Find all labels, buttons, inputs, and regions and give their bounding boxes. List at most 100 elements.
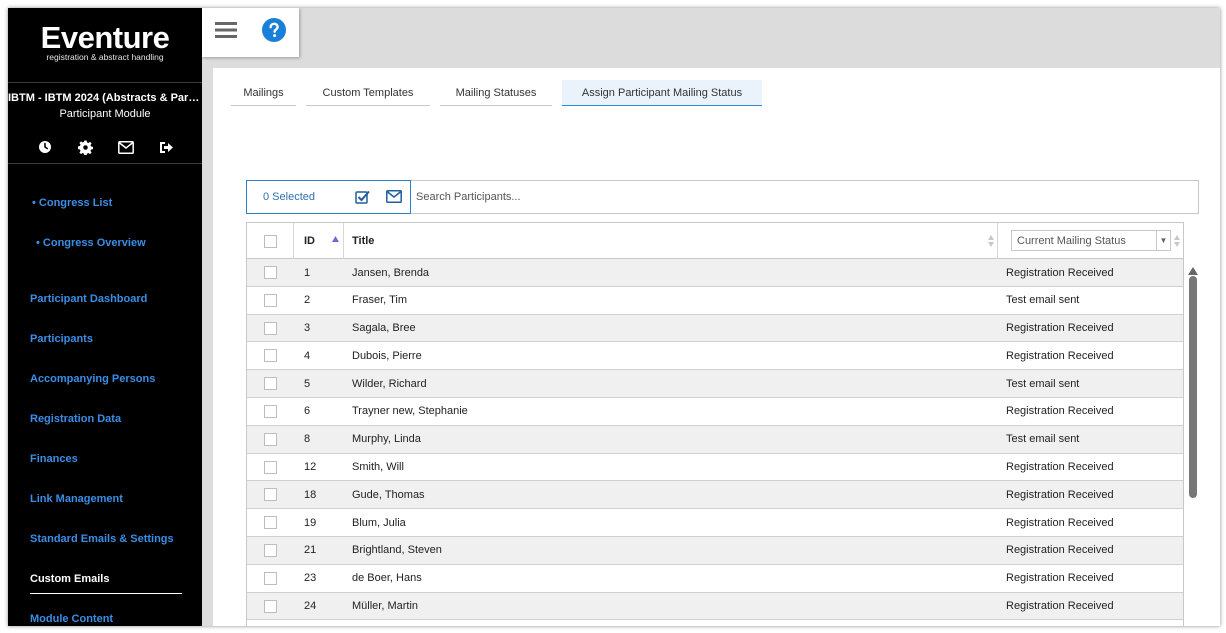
table-row[interactable]: 3 Sagala, Bree Registration Received xyxy=(247,314,1183,343)
table-row[interactable]: 25 Sanchez, Gemma Registration Received xyxy=(247,620,1183,626)
tab-label: Mailings xyxy=(243,86,284,99)
search-input[interactable] xyxy=(411,180,1199,214)
row-checkbox-cell[interactable] xyxy=(264,315,277,342)
table-row[interactable]: 19 Blum, Julia Registration Received xyxy=(247,509,1183,537)
row-title: Murphy, Linda xyxy=(352,433,421,446)
header-title[interactable]: Title xyxy=(344,223,998,259)
row-checkbox[interactable] xyxy=(264,599,277,613)
tab-mailing-statuses[interactable]: Mailing Statuses xyxy=(440,80,552,106)
table-row[interactable]: 8 Murphy, Linda Test email sent xyxy=(247,425,1183,454)
tab-mailings[interactable]: Mailings xyxy=(231,80,296,106)
scrollbar-thumb[interactable] xyxy=(1189,276,1197,498)
row-checkbox-cell[interactable] xyxy=(264,398,277,425)
row-checkbox-cell[interactable] xyxy=(264,454,277,481)
sidebar-item-congress-list[interactable]: • Congress List xyxy=(32,197,112,209)
row-checkbox-cell[interactable] xyxy=(264,370,277,397)
table-row[interactable]: 24 Müller, Martin Registration Received xyxy=(247,592,1183,621)
table-row[interactable]: 1 Jansen, Brenda Registration Received xyxy=(247,259,1183,287)
select-all-checkbox[interactable] xyxy=(263,234,277,248)
row-id: 18 xyxy=(304,488,317,501)
status-filter-select[interactable]: Current Mailing Status ▼ xyxy=(1011,230,1171,251)
row-title: Wilder, Richard xyxy=(352,377,427,390)
row-status: Registration Received xyxy=(1006,620,1114,626)
row-id: 4 xyxy=(304,349,311,362)
row-checkbox-cell[interactable] xyxy=(264,620,277,626)
table-row[interactable]: 18 Gude, Thomas Registration Received xyxy=(247,481,1183,510)
sidebar-item-custom-emails[interactable]: Custom Emails xyxy=(30,573,109,585)
row-status: Registration Received xyxy=(1006,461,1114,474)
sidebar-item-participant-dashboard[interactable]: Participant Dashboard xyxy=(30,293,147,305)
table-row[interactable]: 23 de Boer, Hans Registration Received xyxy=(247,565,1183,593)
row-checkbox[interactable] xyxy=(264,516,277,530)
sidebar-icon-bar xyxy=(36,138,176,156)
row-checkbox-cell[interactable] xyxy=(264,509,277,536)
row-checkbox-cell[interactable] xyxy=(264,537,277,564)
row-checkbox-cell[interactable] xyxy=(264,481,277,508)
participants-grid: ID Title Current Mailing Status ▼ 1 Jans… xyxy=(246,222,1184,626)
clock-icon[interactable] xyxy=(36,138,54,156)
table-row[interactable]: 6 Trayner new, Stephanie Registration Rece… xyxy=(247,398,1183,426)
envelope-icon[interactable] xyxy=(117,138,135,156)
table-row[interactable]: 12 Smith, Will Registration Received xyxy=(247,454,1183,482)
row-checkbox[interactable] xyxy=(264,488,277,502)
scroll-up-icon[interactable] xyxy=(1188,262,1198,275)
selected-count: 0 Selected xyxy=(263,191,315,203)
row-checkbox-cell[interactable] xyxy=(264,593,277,620)
row-id: 2 xyxy=(304,294,311,307)
table-row[interactable]: 5 Wilder, Richard Test email sent xyxy=(247,370,1183,398)
row-id: 25 xyxy=(304,620,316,626)
grid-header: ID Title Current Mailing Status ▼ xyxy=(247,223,1183,259)
table-row[interactable]: 4 Dubois, Pierre Registration Received xyxy=(247,342,1183,371)
row-status: Registration Received xyxy=(1006,405,1114,418)
brand-subtitle: registration & abstract handling xyxy=(46,52,164,62)
row-checkbox[interactable] xyxy=(264,460,277,474)
row-checkbox[interactable] xyxy=(264,543,277,557)
row-checkbox-cell[interactable] xyxy=(264,426,277,453)
top-toolbar xyxy=(202,8,299,57)
row-checkbox-cell[interactable] xyxy=(264,342,277,369)
assign-mail-icon[interactable] xyxy=(386,190,402,208)
row-title: Sagala, Bree xyxy=(352,322,416,335)
tab-assign-participant-mailing-status[interactable]: Assign Participant Mailing Status xyxy=(562,80,762,106)
divider xyxy=(8,163,202,164)
menu-button[interactable] xyxy=(202,8,250,57)
check-all-icon[interactable] xyxy=(355,190,370,209)
hamburger-icon xyxy=(215,21,237,44)
row-title: de Boer, Hans xyxy=(352,572,422,585)
sidebar-item-standard-emails[interactable]: Standard Emails & Settings xyxy=(30,533,174,545)
row-checkbox[interactable] xyxy=(264,571,277,585)
row-checkbox-cell[interactable] xyxy=(264,287,277,314)
row-checkbox[interactable] xyxy=(264,293,277,307)
row-checkbox-cell[interactable] xyxy=(264,259,277,286)
sidebar-item-accompanying-persons[interactable]: Accompanying Persons xyxy=(30,373,155,385)
row-checkbox[interactable] xyxy=(264,432,277,446)
row-checkbox-cell[interactable] xyxy=(264,565,277,592)
gear-icon[interactable] xyxy=(77,138,95,156)
brand-title: Eventure xyxy=(40,20,170,55)
row-checkbox[interactable] xyxy=(264,266,277,279)
sidebar-item-link-management[interactable]: Link Management xyxy=(30,493,123,505)
row-id: 12 xyxy=(304,461,317,474)
row-id: 5 xyxy=(304,377,311,390)
sidebar-item-module-content[interactable]: Module Content xyxy=(30,613,113,625)
header-select-all[interactable] xyxy=(247,223,294,259)
sidebar-item-participants[interactable]: Participants xyxy=(30,333,93,345)
row-checkbox[interactable] xyxy=(264,377,277,391)
table-row[interactable]: 21 Brightland, Steven Registration Receive… xyxy=(247,536,1183,565)
sidebar-item-congress-overview[interactable]: • Congress Overview xyxy=(36,237,146,249)
sidebar-item-finances[interactable]: Finances xyxy=(30,453,78,465)
row-checkbox[interactable] xyxy=(264,404,277,418)
tab-custom-templates[interactable]: Custom Templates xyxy=(306,80,430,106)
row-status: Test email sent xyxy=(1006,433,1080,446)
help-button[interactable] xyxy=(250,8,298,57)
table-row[interactable]: 2 Fraser, Tim Test email sent xyxy=(247,287,1183,315)
header-id-label: ID xyxy=(304,235,315,247)
logout-icon[interactable] xyxy=(158,138,176,156)
sidebar-item-registration-data[interactable]: Registration Data xyxy=(30,413,121,425)
logo[interactable]: Eventure registration & abstract handlin… xyxy=(8,20,202,63)
row-status: Registration Received xyxy=(1006,572,1114,585)
row-status: Registration Received xyxy=(1006,600,1114,613)
header-id[interactable]: ID xyxy=(294,223,344,259)
row-checkbox[interactable] xyxy=(264,321,277,335)
row-checkbox[interactable] xyxy=(264,349,277,363)
